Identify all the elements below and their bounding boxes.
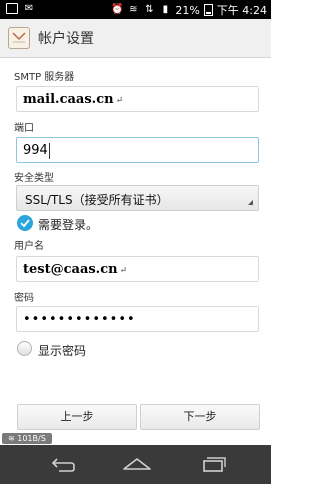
previous-button[interactable]: 上一步 [17, 404, 137, 430]
status-right: ⏰ ≋ ⇅ ▮ 21% 下午 4:24 [111, 2, 267, 18]
text-cursor [49, 143, 50, 159]
back-button[interactable] [43, 453, 83, 477]
smtp-server-value: mail.caas.cn [23, 92, 114, 107]
security-type-value: SSL/TLS（接受所有证书） [25, 193, 169, 207]
dropdown-arrow-icon [248, 195, 253, 205]
password-value: ••••••••••••• [23, 312, 136, 327]
username-input[interactable]: test@caas.cn ↵ [16, 256, 259, 282]
password-label: 密码 [14, 293, 34, 304]
message-icon: ✉ [24, 3, 34, 14]
battery-percent: 21% [175, 3, 200, 17]
alarm-icon: ⏰ [111, 4, 124, 15]
username-label: 用户名 [14, 241, 44, 252]
username-value: test@caas.cn [23, 262, 118, 277]
network-speed-badge: ≋ 101B/S [2, 433, 52, 444]
network-speed: 101B/S [17, 434, 46, 443]
port-input[interactable]: 994 [16, 137, 259, 163]
smtp-server-label: SMTP 服务器 [14, 72, 75, 83]
port-label: 端口 [14, 123, 34, 134]
smtp-server-input[interactable]: mail.caas.cn ↵ [16, 86, 259, 112]
battery-icon [203, 4, 213, 16]
require-login-checkbox[interactable] [17, 215, 33, 231]
security-type-label: 安全类型 [14, 173, 54, 184]
clock: 下午 4:24 [216, 4, 267, 17]
show-password-label: 显示密码 [38, 344, 87, 358]
action-bar: 帐户设置 [0, 19, 271, 58]
navigation-bar [0, 445, 271, 484]
back-icon [51, 458, 75, 472]
require-login-label: 需要登录。 [38, 218, 99, 232]
enter-key-icon: ↵ [115, 96, 124, 106]
security-type-select[interactable]: SSL/TLS（接受所有证书） [16, 185, 259, 211]
password-input[interactable]: ••••••••••••• [16, 306, 259, 332]
show-password-checkbox[interactable] [17, 341, 32, 356]
next-button[interactable]: 下一步 [140, 404, 260, 430]
image-icon [6, 3, 18, 14]
checkmark-icon [20, 219, 30, 228]
status-bar: ✉ ⏰ ≋ ⇅ ▮ 21% 下午 4:24 [0, 0, 271, 19]
port-value: 994 [23, 143, 48, 158]
home-icon [123, 458, 151, 470]
network-strip: ≋ 101B/S [0, 433, 271, 445]
wifi-small-icon: ≋ [8, 434, 18, 443]
signal-icon: ▮ [162, 4, 169, 15]
wifi-icon: ≋ [129, 4, 138, 15]
mail-app-icon[interactable] [8, 27, 30, 49]
recent-apps-icon [203, 457, 226, 472]
home-button[interactable] [117, 453, 157, 477]
recent-apps-button[interactable] [194, 453, 234, 477]
page-title: 帐户设置 [38, 31, 94, 47]
4g-icon: ⇅ [145, 4, 154, 15]
status-left-icons: ✉ [6, 3, 35, 15]
enter-key-icon: ↵ [119, 266, 128, 276]
